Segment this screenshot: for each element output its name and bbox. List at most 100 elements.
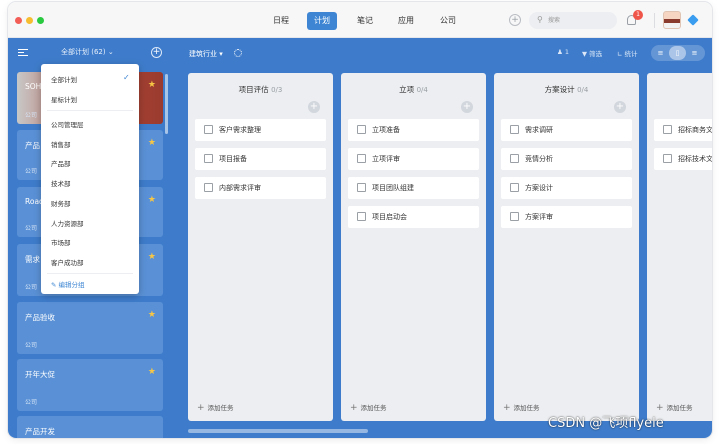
task-card[interactable]: 内部需求评审	[195, 177, 326, 199]
check-icon: ✓	[123, 73, 130, 82]
task-checkbox[interactable]	[357, 183, 366, 192]
add-plan-icon[interactable]: +	[151, 47, 162, 58]
dropdown-item-group[interactable]: 财务部	[51, 198, 71, 208]
dropdown-item-group[interactable]: 客户成功部	[51, 257, 84, 267]
sidebar-header: 全部计划 (62) ⌄ +	[8, 38, 168, 66]
add-task-icon[interactable]: +	[461, 101, 473, 113]
plan-filter-toggle[interactable]: 全部计划 (62) ⌄	[61, 47, 114, 57]
task-card[interactable]: 方案评审	[501, 206, 632, 228]
member-count: 1	[564, 48, 570, 56]
add-task-icon[interactable]: +	[308, 101, 320, 113]
dropdown-item-group[interactable]: 销售部	[51, 139, 71, 149]
task-checkbox[interactable]	[204, 125, 213, 134]
tab-company[interactable]: 公司	[433, 12, 463, 30]
add-icon[interactable]: +	[509, 14, 521, 26]
task-title: 需求调研	[525, 126, 553, 134]
task-checkbox[interactable]	[204, 154, 213, 163]
task-card[interactable]: 需求调研	[501, 119, 632, 141]
add-task-button[interactable]: + 添加任务	[503, 402, 540, 413]
close-window-button[interactable]	[15, 17, 22, 24]
column-count: 0/4	[577, 86, 589, 94]
plan-card[interactable]: 产品开发	[17, 416, 163, 438]
column-count: 0/3	[271, 86, 283, 94]
plan-card[interactable]: 产品验收 ★ 公司	[17, 302, 163, 354]
task-card[interactable]: 招标商务文	[654, 119, 712, 141]
add-task-button[interactable]: + 添加任务	[197, 402, 234, 413]
task-checkbox[interactable]	[357, 154, 366, 163]
task-checkbox[interactable]	[663, 154, 672, 163]
column-title: 立项 0/4	[341, 84, 486, 95]
task-card[interactable]: 项目团队组建	[348, 177, 479, 199]
list-view-icon[interactable]: ≡	[652, 46, 669, 60]
task-card[interactable]: 招标技术文	[654, 148, 712, 170]
plan-card-tag: 公司	[25, 112, 38, 119]
maximize-window-button[interactable]	[37, 17, 44, 24]
star-icon[interactable]: ★	[148, 252, 156, 262]
column-name: 方案设计	[544, 85, 575, 94]
star-icon[interactable]: ★	[148, 195, 156, 205]
task-title: 项目启动会	[372, 213, 407, 221]
star-icon[interactable]: ★	[148, 310, 156, 320]
task-checkbox[interactable]	[510, 125, 519, 134]
timeline-view-icon[interactable]: ≡	[686, 46, 703, 60]
star-icon[interactable]: ★	[148, 80, 156, 90]
plan-card-name: 产品	[25, 141, 40, 150]
member-count-button[interactable]: ♟ 1	[557, 48, 569, 56]
star-icon[interactable]: ★	[148, 138, 156, 148]
dropdown-item-group[interactable]: 市场部	[51, 237, 71, 247]
watermark: CSDN @飞项flyele	[548, 416, 664, 431]
task-card[interactable]: 立项评审	[348, 148, 479, 170]
gear-icon[interactable]	[234, 49, 242, 57]
task-checkbox[interactable]	[204, 183, 213, 192]
task-checkbox[interactable]	[357, 212, 366, 221]
board-toolbar: 建筑行业 ▾ ♟ 1 ▼ 筛选 ∟ 统计 ≡ ▯ ≡	[168, 38, 712, 66]
plan-card-name: 产品验收	[25, 313, 55, 322]
dropdown-item-group[interactable]: 公司管理层	[51, 119, 84, 129]
plan-card-name: SOH	[25, 82, 42, 91]
search-box[interactable]: ⚲	[529, 12, 617, 29]
tab-notes[interactable]: 笔记	[350, 12, 380, 30]
task-card[interactable]: 客户需求整理	[195, 119, 326, 141]
dropdown-item-group[interactable]: 产品部	[51, 158, 71, 168]
dropdown-item-group[interactable]: 人力资源部	[51, 218, 84, 228]
edit-group-button[interactable]: ✎ 编辑分组	[51, 279, 85, 289]
task-checkbox[interactable]	[663, 125, 672, 134]
task-title: 立项准备	[372, 126, 400, 134]
avatar[interactable]	[663, 11, 681, 29]
dropdown-item-group[interactable]: 技术部	[51, 178, 71, 188]
plus-icon: +	[197, 403, 205, 413]
title-bar: 日程 计划 笔记 应用 公司 + ⚲ 1	[8, 2, 712, 38]
task-checkbox[interactable]	[510, 212, 519, 221]
board-horizontal-scrollbar[interactable]	[188, 429, 368, 433]
user-icon: ♟	[557, 48, 563, 56]
tab-apps[interactable]: 应用	[391, 12, 421, 30]
chevron-down-icon: ⌄	[107, 48, 114, 56]
search-input[interactable]	[548, 14, 612, 27]
filter-icon: ▼	[582, 50, 587, 58]
minimize-window-button[interactable]	[26, 17, 33, 24]
task-checkbox[interactable]	[357, 125, 366, 134]
task-card[interactable]: 竞情分析	[501, 148, 632, 170]
filter-button[interactable]: ▼ 筛选	[582, 48, 602, 58]
plan-card-tag: 公司	[25, 225, 38, 232]
project-selector[interactable]: 建筑行业 ▾	[189, 49, 223, 59]
task-card[interactable]: 方案设计	[501, 177, 632, 199]
tab-plans[interactable]: 计划	[307, 12, 337, 30]
plan-filter-label: 全部计划 (62)	[61, 48, 106, 56]
add-task-button[interactable]: + 添加任务	[350, 402, 387, 413]
dropdown-item-starred[interactable]: 星标计划	[51, 94, 77, 104]
stats-button[interactable]: ∟ 统计	[617, 48, 638, 58]
task-checkbox[interactable]	[510, 154, 519, 163]
task-checkbox[interactable]	[510, 183, 519, 192]
menu-icon[interactable]	[18, 49, 28, 56]
dropdown-item-all-plans[interactable]: 全部计划	[51, 74, 77, 84]
add-task-icon[interactable]: +	[614, 101, 626, 113]
task-card[interactable]: 项目启动会	[348, 206, 479, 228]
task-card[interactable]: 立项准备	[348, 119, 479, 141]
vip-diamond-icon[interactable]	[687, 14, 699, 26]
board-view-icon[interactable]: ▯	[669, 46, 686, 60]
tab-schedule[interactable]: 日程	[266, 12, 296, 30]
plan-card[interactable]: 开年大促 ★ 公司	[17, 359, 163, 411]
star-icon[interactable]: ★	[148, 367, 156, 377]
task-card[interactable]: 项目报备	[195, 148, 326, 170]
